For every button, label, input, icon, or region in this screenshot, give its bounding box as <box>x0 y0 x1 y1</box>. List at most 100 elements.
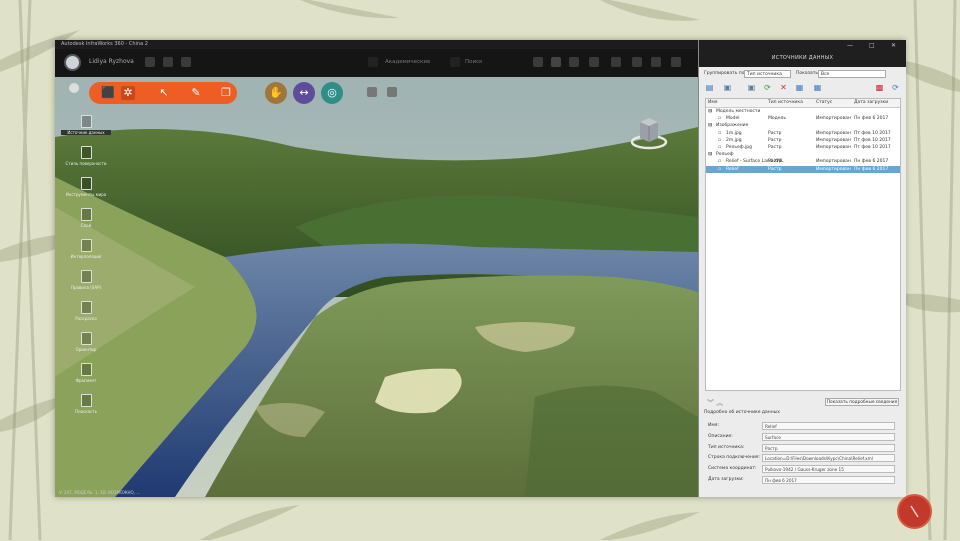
view-cube[interactable] <box>629 112 669 152</box>
sync-icon[interactable] <box>163 57 173 67</box>
undo-icon[interactable] <box>533 57 543 67</box>
delete-icon[interactable]: ✕ <box>779 83 788 92</box>
side-tool-data-source[interactable]: Источник данных <box>61 115 111 145</box>
table-row[interactable]: ▫ Рельеф.jpg Растр Импортирован Пт фев 10 20… <box>706 144 900 151</box>
file-icon: ▫ <box>718 144 722 150</box>
sheet-icon <box>80 394 92 407</box>
maximize-icon[interactable]: □ <box>869 42 875 49</box>
refresh-all-icon[interactable]: ⟳ <box>891 83 900 92</box>
window-icon[interactable] <box>611 57 621 67</box>
view-icon[interactable] <box>569 57 579 67</box>
layer-tool-button[interactable]: ◎ <box>321 82 343 104</box>
side-tool-rules[interactable]: Правила (SAP) <box>61 270 111 300</box>
book-icon[interactable] <box>589 57 599 67</box>
new-source-icon[interactable]: ▤ <box>705 83 714 92</box>
primary-tools-bar: ⬛ ✲ ↖ ✎ ❐ <box>89 82 237 104</box>
prop-value-field[interactable]: Растр <box>762 443 895 452</box>
cell-status: Импортирован <box>816 159 851 165</box>
side-tool-coloring[interactable]: Раскраска <box>61 301 111 331</box>
map-icon[interactable] <box>632 57 642 67</box>
user-avatar[interactable] <box>64 54 81 71</box>
close-icon[interactable]: ✕ <box>891 42 896 49</box>
prop-label: Имя: <box>708 423 719 428</box>
prop-value-field[interactable]: Location=D:\Files\Downloads\Курс\China\R… <box>762 454 895 463</box>
table-row[interactable]: ⊟ ▢ Модель местности <box>706 108 900 115</box>
cursor-icon[interactable] <box>651 57 661 67</box>
folder-icon: ▢ <box>708 123 713 129</box>
cell-name: Модель местности <box>716 109 761 114</box>
window-title: Autodesk InfraWorks 360 - China 2 <box>55 40 698 49</box>
table-row[interactable]: ▫ Model Модель Импортирован Пн фев 6 2017 <box>706 115 900 122</box>
cell-name: Рельеф.jpg <box>726 144 753 150</box>
wand-icon[interactable] <box>368 57 378 67</box>
column-type[interactable]: Тип источника <box>768 100 803 105</box>
prop-label: Дата загрузки: <box>708 477 744 482</box>
search-icon[interactable] <box>450 57 460 67</box>
panel-title: ИСТОЧНИКИ ДАННЫХ <box>699 40 906 67</box>
refresh-icon[interactable]: ⟳ <box>763 83 772 92</box>
column-status[interactable]: Статус <box>816 100 832 105</box>
slide-badge <box>897 494 932 529</box>
show-details-button[interactable]: Показать подробные сведения <box>825 398 899 406</box>
toolbar-label-academic[interactable]: Академические <box>385 59 430 65</box>
image-icon <box>80 177 92 190</box>
cell-date: Пт фев 10 2017 <box>854 137 891 143</box>
side-tool-surface-style[interactable]: Стиль поверхности <box>61 146 111 176</box>
cell-status: Импортирован <box>816 116 851 122</box>
pin-icon[interactable]: ⬛ <box>101 86 115 100</box>
table-row[interactable]: ▫ Relief Растр Импортирован Пн фев 6 2017 <box>706 165 900 173</box>
show-select[interactable]: Все <box>818 70 886 78</box>
dock-icon[interactable] <box>551 57 561 67</box>
layers-icon[interactable] <box>181 57 191 67</box>
minimize-icon[interactable]: — <box>847 42 853 49</box>
hand-tool-button[interactable]: ✋ <box>265 82 287 104</box>
measure-tool-button[interactable]: ↔ <box>293 82 315 104</box>
pen-icon[interactable]: ✎ <box>189 86 203 100</box>
open-icon[interactable]: ▣ <box>747 83 756 92</box>
side-tool-landmark[interactable]: Ориентир <box>61 332 111 362</box>
filter-row: Группировать по: Тип источника Показать:… <box>704 70 902 79</box>
table-row[interactable]: ⊟ ▢ Изображение <box>706 122 900 129</box>
cell-date: Пт фев 10 2017 <box>854 130 891 136</box>
column-name[interactable]: Имя <box>708 100 717 105</box>
more-icon[interactable] <box>671 57 681 67</box>
prop-value-field[interactable]: Пн фев 6 2017 <box>762 476 895 484</box>
3d-viewport[interactable]: ⬛ ✲ ↖ ✎ ❐ ✋ ↔ ◎ Источник данных Стиль по… <box>55 77 698 497</box>
group-by-select[interactable]: Тип источника <box>744 70 791 78</box>
show-label: Показать: <box>796 71 820 76</box>
layers-stack-icon <box>80 146 92 159</box>
table-row[interactable]: ⊟ ▢ Рельеф <box>706 151 900 158</box>
settings-icon[interactable]: ▩ <box>875 83 884 92</box>
settings-cube-icon[interactable]: ✲ <box>121 86 135 100</box>
prop-value-field[interactable]: Surface <box>762 432 895 441</box>
side-tool-interpolation[interactable]: Интерполяция <box>61 239 111 269</box>
status-bar: V: 247, МОДЕЛЬ: 1, 3D: ВОЗМОЖНО, ... <box>59 490 141 495</box>
home-icon[interactable] <box>69 83 79 93</box>
bars-icon <box>80 239 92 252</box>
side-tool-plane[interactable]: Плоскость <box>61 394 111 424</box>
column-date[interactable]: Дата загрузки <box>854 100 888 105</box>
side-tool-fragment[interactable]: Фрагмент <box>61 363 111 393</box>
table-row[interactable]: ▫ 2m.jpg Растр Импортирован Пт фев 10 2017 <box>706 137 900 144</box>
user-name[interactable]: Lidiya Ryzhova <box>89 58 134 65</box>
table-row[interactable]: ▫ Relief - Surface Land XML Растр Импортиро… <box>706 158 900 165</box>
gallery-icon[interactable] <box>367 87 377 97</box>
table-row[interactable]: ▫ 1m.jpg Растр Импортирован Пт фев 10 2017 <box>706 130 900 137</box>
tools-icon[interactable] <box>387 87 397 97</box>
collapse-icon[interactable]: ︾ ︽ <box>707 398 723 408</box>
upload-icon[interactable]: ▦ <box>795 83 804 92</box>
prop-value-field[interactable]: Pulkovo-1942 / Gauss-Kruger zone 15 <box>762 465 895 474</box>
prop-value-field[interactable]: Relief <box>762 422 895 430</box>
details-section: ︾ ︽ Показать подробные сведения Подробно… <box>699 396 906 497</box>
select-cursor-icon[interactable]: ↖ <box>157 86 171 100</box>
side-tool-layer[interactable]: Слой <box>61 208 111 238</box>
record-icon[interactable] <box>145 57 155 67</box>
side-tool-world[interactable]: Инструменты мира <box>61 177 111 207</box>
prop-label: Тип источника: <box>708 444 745 450</box>
toolbar-label-search[interactable]: Поиск <box>465 59 482 65</box>
cell-name: Model <box>726 116 740 122</box>
import-icon[interactable]: ▣ <box>723 83 732 92</box>
file-icon: ▫ <box>718 159 722 165</box>
configure-icon[interactable]: ▦ <box>813 83 822 92</box>
copy-icon[interactable]: ❐ <box>219 86 233 100</box>
